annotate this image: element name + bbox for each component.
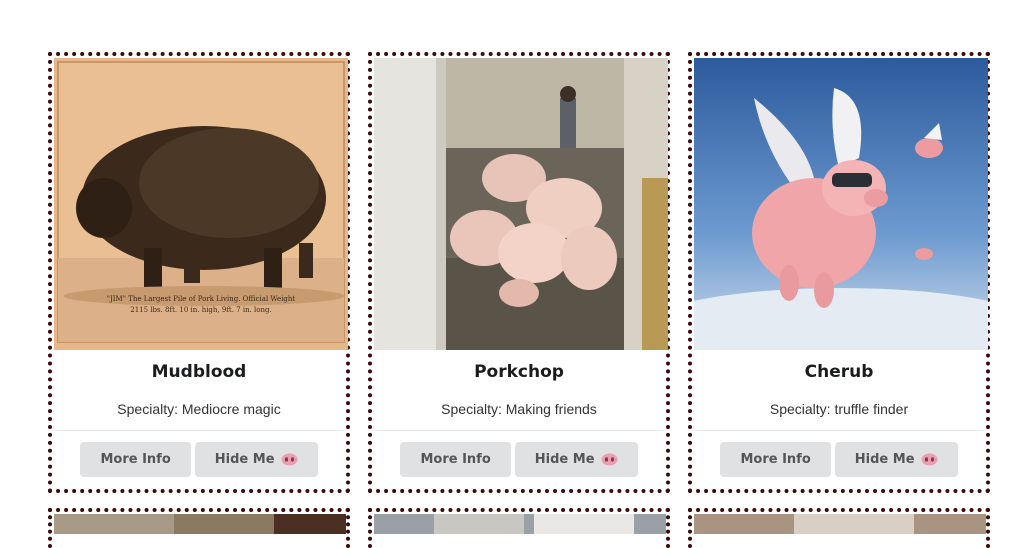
more-info-label: More Info (740, 452, 811, 467)
pig-name: Cherub (804, 362, 874, 382)
pig-nose-icon (921, 453, 938, 466)
card-actions: More Info Hide Me (692, 442, 986, 477)
pig-card-cherub: Cherub Specialty: truffle finder More In… (688, 52, 990, 493)
pig-photo-partial (374, 514, 666, 534)
pig-photo-partial (694, 514, 986, 534)
card-actions: More Info Hide Me (52, 442, 346, 477)
photo-caption-line2: 2115 lbs. 8ft. 10 in. high, 9ft. 7 in. l… (130, 306, 271, 314)
pig-nose-icon (601, 453, 618, 466)
pig-photo-mudblood: "JIM" The Largest Pile of Pork Living. O… (54, 58, 348, 350)
pig-card-partial-1 (48, 508, 350, 548)
pig-card-porkchop: Porkchop Specialty: Making friends More … (368, 52, 670, 493)
more-info-label: More Info (420, 452, 491, 467)
card-divider (694, 430, 984, 431)
hide-me-button[interactable]: Hide Me (834, 442, 958, 477)
pig-card-mudblood: "JIM" The Largest Pile of Pork Living. O… (48, 52, 350, 493)
hide-me-label: Hide Me (214, 452, 275, 467)
pig-nose-icon (281, 453, 298, 466)
card-actions: More Info Hide Me (372, 442, 666, 477)
pig-photo-porkchop (374, 58, 668, 350)
pig-specialty: Specialty: Mediocre magic (117, 401, 281, 417)
hide-me-label: Hide Me (854, 452, 915, 467)
hide-me-button[interactable]: Hide Me (194, 442, 318, 477)
more-info-button[interactable]: More Info (720, 442, 831, 477)
pig-specialty: Specialty: truffle finder (769, 401, 909, 417)
pig-card-partial-2 (368, 508, 670, 548)
more-info-button[interactable]: More Info (400, 442, 511, 477)
hide-me-button[interactable]: Hide Me (514, 442, 638, 477)
hide-me-label: Hide Me (534, 452, 595, 467)
more-info-label: More Info (100, 452, 171, 467)
pig-name: Porkchop (474, 362, 564, 382)
card-divider (374, 430, 664, 431)
pig-name: Mudblood (151, 362, 247, 382)
pig-photo-cherub (694, 58, 988, 350)
more-info-button[interactable]: More Info (80, 442, 191, 477)
pig-specialty: Specialty: Making friends (441, 401, 597, 417)
pig-card-partial-3 (688, 508, 990, 548)
pig-photo-partial (54, 514, 346, 534)
card-divider (54, 430, 344, 431)
photo-caption-line1: "JIM" The Largest Pile of Pork Living. O… (107, 295, 296, 303)
